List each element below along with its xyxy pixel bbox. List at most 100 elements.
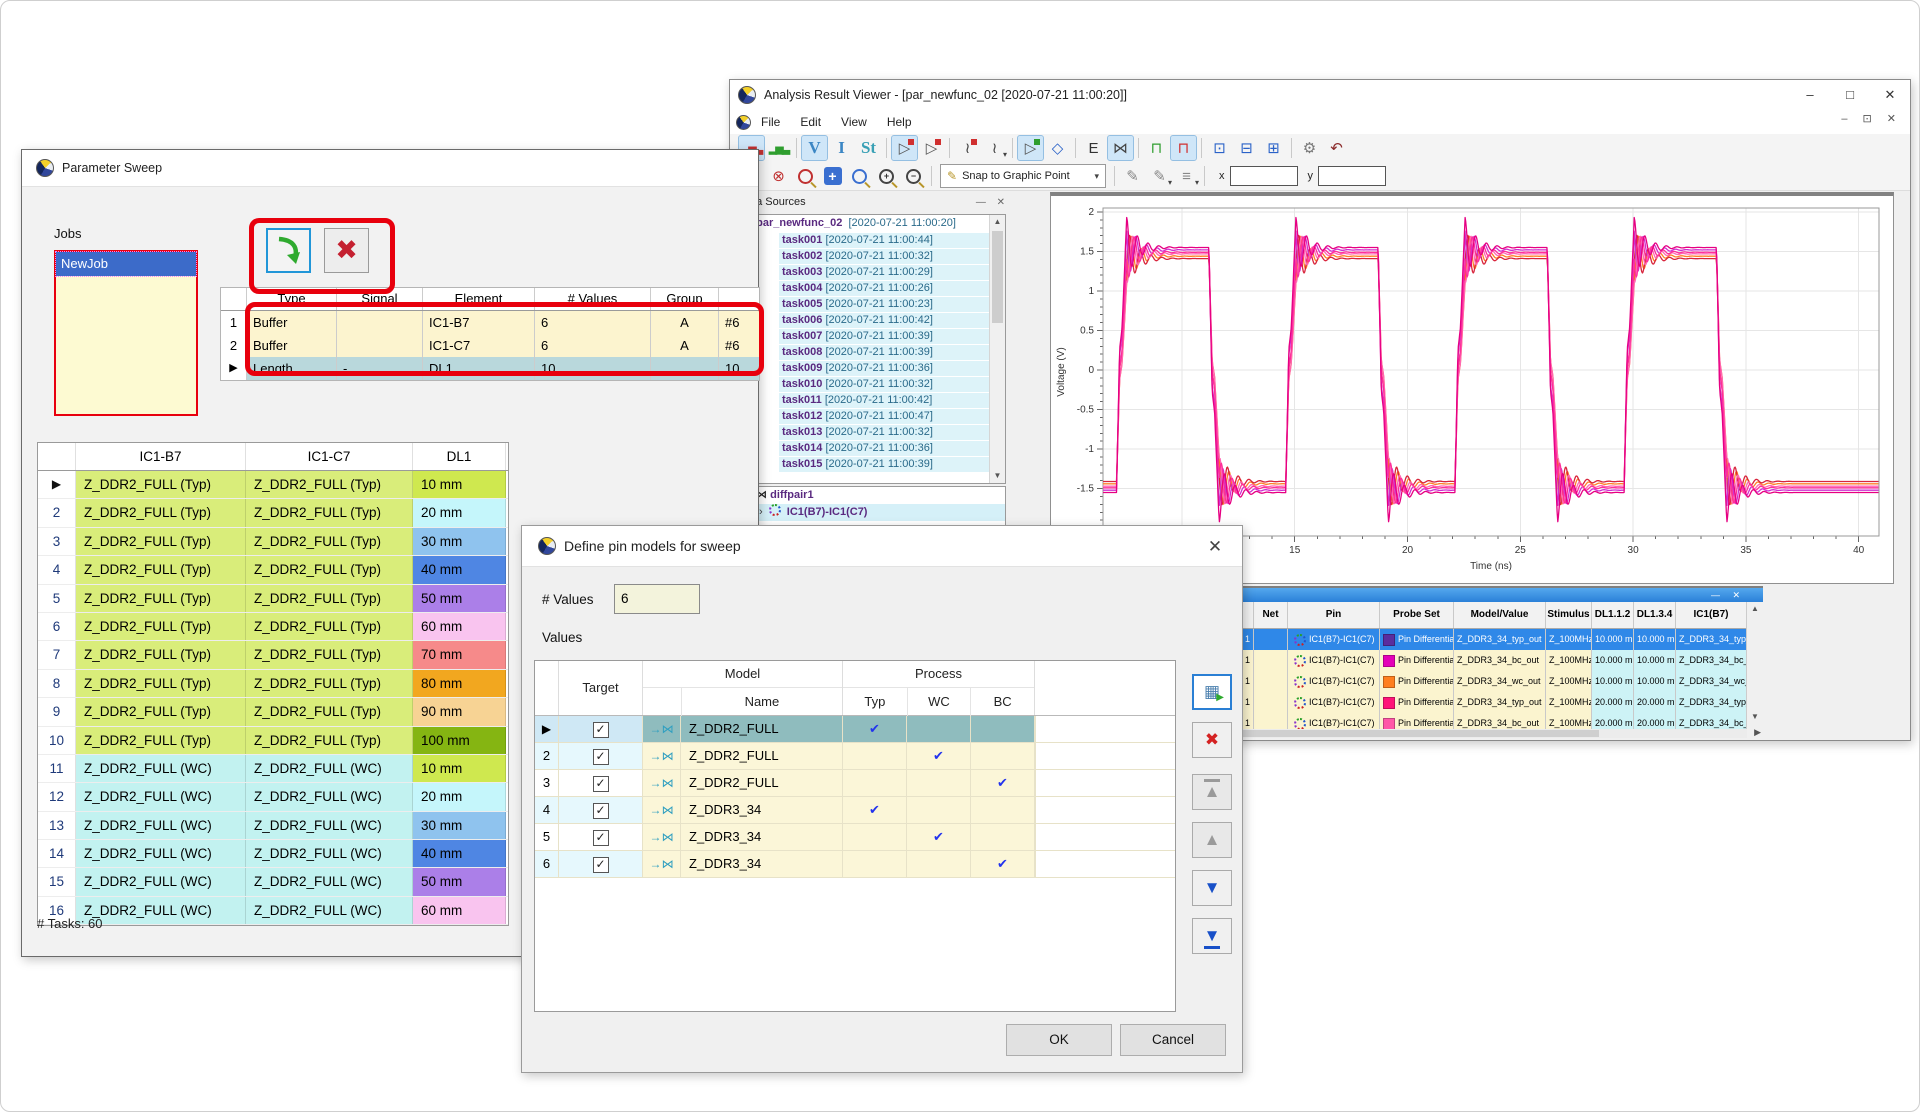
matrix-cell[interactable]: Z_DDR2_FULL (WC) xyxy=(76,840,246,867)
pin-model-row[interactable]: 6✓→⋈Z_DDR3_34✔ xyxy=(535,851,1175,878)
target-checkbox-cell[interactable]: ✓ xyxy=(559,797,643,823)
matrix-cell[interactable]: Z_DDR2_FULL (Typ) xyxy=(246,727,413,754)
matrix-cell[interactable]: 60 mm xyxy=(413,613,506,640)
row-header[interactable]: 13 xyxy=(38,812,76,839)
wc-check-cell[interactable] xyxy=(907,770,971,796)
matrix-cell[interactable]: 60 mm xyxy=(413,897,506,924)
target-checkbox-cell[interactable]: ✓ xyxy=(559,824,643,850)
typ-check-cell[interactable] xyxy=(843,743,907,769)
matrix-cell[interactable]: 10 mm xyxy=(413,471,506,498)
matrix-cell[interactable]: 80 mm xyxy=(413,670,506,697)
net-cell[interactable] xyxy=(1254,629,1288,650)
row-header[interactable]: 6 xyxy=(535,851,559,877)
row-header[interactable]: 4 xyxy=(38,556,76,583)
target-checkbox[interactable]: ✓ xyxy=(593,722,609,738)
ps-titlebar[interactable]: Parameter Sweep xyxy=(22,150,758,187)
pin-cell[interactable]: IC1(B7)-IC1(C7) xyxy=(1288,692,1380,713)
matrix-row[interactable]: 12Z_DDR2_FULL (WC)Z_DDR2_FULL (WC)20 mm xyxy=(38,783,508,811)
minimize-button[interactable]: – xyxy=(1790,87,1830,103)
sweep-cell[interactable]: Length xyxy=(247,357,337,380)
dl134-cell[interactable]: 10.000 mm xyxy=(1634,629,1676,650)
matrix-cell[interactable]: Z_DDR2_FULL (Typ) xyxy=(246,499,413,526)
tree-task-item[interactable]: task003 [2020-07-21 11:00:29] xyxy=(779,265,1003,280)
tree-task-item[interactable]: task008 [2020-07-21 11:00:39] xyxy=(779,345,1003,360)
row-header[interactable]: 14 xyxy=(38,840,76,867)
sweep-cell[interactable]: IC1-C7 xyxy=(423,334,535,357)
diffpair-node[interactable]: ∨ ⋈ diffpair1 xyxy=(739,487,1005,504)
pulse-single-icon[interactable]: ⊓ xyxy=(1144,136,1169,160)
matrix-cell[interactable]: Z_DDR2_FULL (Typ) xyxy=(246,585,413,612)
model-name-cell[interactable]: Z_DDR2_FULL xyxy=(681,716,843,742)
matrix-cell[interactable]: Z_DDR2_FULL (Typ) xyxy=(246,613,413,640)
move-down-button[interactable]: ▼ xyxy=(1192,870,1232,906)
row-header[interactable]: 5 xyxy=(38,585,76,612)
pin-model-row[interactable]: 5✓→⋈Z_DDR3_34✔ xyxy=(535,824,1175,851)
matrix-row[interactable]: 6Z_DDR2_FULL (Typ)Z_DDR2_FULL (Typ)60 mm xyxy=(38,613,508,641)
stimulus-cell[interactable]: Z_100MHz xyxy=(1546,650,1592,671)
voltage-icon[interactable]: V xyxy=(802,136,827,160)
tile-vertical-icon[interactable]: ⊞ xyxy=(1261,136,1286,160)
current-icon[interactable]: I xyxy=(829,136,854,160)
tree-task-item[interactable]: task006 [2020-07-21 11:00:42] xyxy=(779,313,1003,328)
stimulus-cell[interactable]: Z_100MHz xyxy=(1546,692,1592,713)
matrix-cell[interactable]: Z_DDR2_FULL (WC) xyxy=(246,840,413,867)
ok-button[interactable]: OK xyxy=(1006,1024,1112,1056)
model-value-cell[interactable]: Z_DDR3_34_wc_out xyxy=(1454,671,1546,692)
matrix-row[interactable]: 9Z_DDR2_FULL (Typ)Z_DDR2_FULL (Typ)90 mm xyxy=(38,698,508,726)
stimulus-cell[interactable]: Z_100MHz xyxy=(1546,671,1592,692)
matrix-row[interactable]: 15Z_DDR2_FULL (WC)Z_DDR2_FULL (WC)50 mm xyxy=(38,868,508,896)
pin-models-table[interactable]: TargetModelNameProcessTypWCBC▶✓→⋈Z_DDR2_… xyxy=(534,660,1176,1012)
wc-check-cell[interactable] xyxy=(907,716,971,742)
undo-icon[interactable]: ↶ xyxy=(1324,136,1349,160)
tree-task-item[interactable]: task004 [2020-07-21 11:00:26] xyxy=(779,281,1003,296)
matrix-cell[interactable]: Z_DDR2_FULL (Typ) xyxy=(76,556,246,583)
matrix-cell[interactable]: 90 mm xyxy=(413,698,506,725)
matrix-cell[interactable]: 30 mm xyxy=(413,528,506,555)
snap-mode-dropdown[interactable]: ✎Snap to Graphic Point▾ xyxy=(940,164,1106,188)
matrix-row[interactable]: 10Z_DDR2_FULL (Typ)Z_DDR2_FULL (Typ)100 … xyxy=(38,727,508,755)
dl112-cell[interactable]: 10.000 mm xyxy=(1592,650,1634,671)
zoom-window-icon[interactable] xyxy=(847,164,872,188)
matrix-cell[interactable]: Z_DDR2_FULL (WC) xyxy=(76,755,246,782)
tree-task-item[interactable]: task009 [2020-07-21 11:00:36] xyxy=(779,361,1003,376)
dock-vscrollbar[interactable]: ▲ ▼ xyxy=(1746,602,1763,733)
sweep-cell[interactable]: IC1-B7 xyxy=(423,311,535,334)
model-value-cell[interactable]: Z_DDR3_34_typ_out xyxy=(1454,629,1546,650)
pin-model-row[interactable]: 2✓→⋈Z_DDR2_FULL✔ xyxy=(535,743,1175,770)
ic1b7-cell[interactable]: Z_DDR3_34_typ_out xyxy=(1676,629,1747,650)
sweep-cell[interactable]: A xyxy=(651,311,719,334)
move-bottom-button[interactable]: ▼ xyxy=(1192,918,1232,954)
probe-set-cell[interactable]: Pin Differential xyxy=(1380,650,1454,671)
matrix-cell[interactable]: Z_DDR2_FULL (Typ) xyxy=(246,528,413,555)
matrix-cell[interactable]: Z_DDR2_FULL (Typ) xyxy=(76,727,246,754)
sweep-cell[interactable]: Buffer xyxy=(247,334,337,357)
pan-icon[interactable]: + xyxy=(820,164,845,188)
diffpair-child-node[interactable]: › IC1(B7)-IC1(C7) xyxy=(753,504,1005,521)
wc-check-cell[interactable] xyxy=(907,851,971,877)
state-icon[interactable]: St xyxy=(856,136,881,160)
matrix-row[interactable]: 8Z_DDR2_FULL (Typ)Z_DDR2_FULL (Typ)80 mm xyxy=(38,670,508,698)
typ-check-cell[interactable]: ✔ xyxy=(843,716,907,742)
tree-task-item[interactable]: task015 [2020-07-21 11:00:39] xyxy=(779,457,1003,472)
target-checkbox[interactable]: ✓ xyxy=(593,830,609,846)
matrix-cell[interactable]: 30 mm xyxy=(413,812,506,839)
matrix-cell[interactable]: Z_DDR2_FULL (WC) xyxy=(246,868,413,895)
zoom-out-icon[interactable]: − xyxy=(901,164,926,188)
matrix-cell[interactable]: Z_DDR2_FULL (WC) xyxy=(246,755,413,782)
tree-root-item[interactable]: ∨ par_newfunc_02 [2020-07-21 11:00:20] xyxy=(739,215,1005,232)
typ-check-cell[interactable] xyxy=(843,824,907,850)
dialog-close-icon[interactable]: ✕ xyxy=(1198,534,1232,560)
driver-waveform-icon[interactable]: ▷ xyxy=(892,136,917,160)
target-checkbox[interactable]: ✓ xyxy=(593,803,609,819)
matrix-cell[interactable]: Z_DDR2_FULL (Typ) xyxy=(76,499,246,526)
matrix-cell[interactable]: Z_DDR2_FULL (WC) xyxy=(76,812,246,839)
sweep-row[interactable]: 1BufferIC1-B76A#6 xyxy=(221,311,759,334)
matrix-cell[interactable]: Z_DDR2_FULL (WC) xyxy=(246,783,413,810)
typ-check-cell[interactable]: ✔ xyxy=(843,797,907,823)
bc-check-cell[interactable] xyxy=(971,716,1035,742)
ic1b7-cell[interactable]: Z_DDR3_34_bc_out xyxy=(1676,650,1747,671)
job-item-newjob[interactable]: NewJob xyxy=(56,252,196,276)
net-cell[interactable] xyxy=(1254,692,1288,713)
matrix-row[interactable]: 4Z_DDR2_FULL (Typ)Z_DDR2_FULL (Typ)40 mm xyxy=(38,556,508,584)
bc-check-cell[interactable]: ✔ xyxy=(971,770,1035,796)
